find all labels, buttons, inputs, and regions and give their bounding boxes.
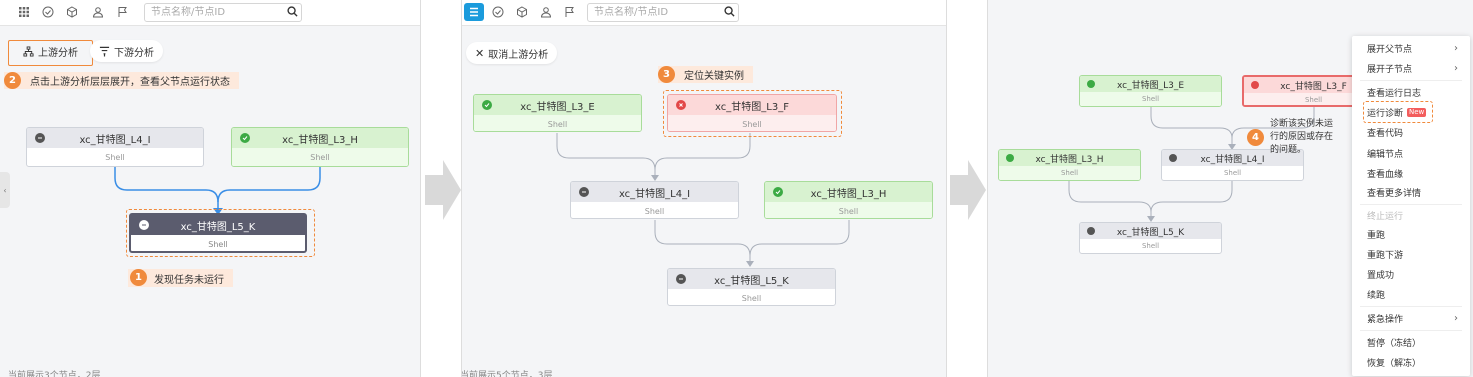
node-type: Shell (474, 115, 641, 131)
menu-divider (1360, 204, 1462, 205)
node-l5k[interactable]: xc_甘特图_L5_K Shell (1079, 222, 1222, 254)
node-type: Shell (1223, 169, 1242, 177)
pending-status-icon (35, 133, 45, 143)
node-title: xc_甘特图_L3_H (1035, 154, 1104, 165)
menu-view-lineage[interactable]: 查看血缘 (1367, 166, 1462, 180)
pending-status-icon (139, 220, 149, 230)
failed-status-icon (1251, 81, 1259, 89)
dag-panel-step2: 节点名称/节点ID ✕ 取消上游分析 定位关键实例 3 xc_甘特图_L3_E S… (461, 0, 947, 377)
node-type: Shell (1080, 92, 1221, 106)
node-title: xc_甘特图_L3_H (282, 134, 358, 146)
node-title: xc_甘特图_L3_E (1116, 80, 1185, 91)
node-type: Shell (1141, 242, 1160, 250)
node-title: xc_甘特图_L3_F (1280, 81, 1347, 92)
dag-panel-step1: 节点名称/节点ID 上游分析 下游分析 点击上游分析层层展开，查看父节点运行状态… (0, 0, 421, 377)
node-type: Shell (741, 293, 762, 303)
menu-set-success[interactable]: 置成功 (1367, 267, 1462, 281)
menu-edit-node[interactable]: 编辑节点 (1367, 146, 1462, 160)
node-l3h[interactable]: xc_甘特图_L3_H Shell (231, 127, 409, 167)
pending-status-icon (1169, 154, 1177, 162)
transition-arrow-icon (425, 160, 461, 220)
node-l4i[interactable]: xc_甘特图_L4_I Shell (570, 181, 739, 219)
pending-status-icon (579, 187, 589, 197)
node-type: Shell (131, 235, 305, 251)
node-l3h[interactable]: xc_甘特图_L3_H Shell (764, 181, 933, 219)
node-l5k[interactable]: xc_甘特图_L5_K Shell (667, 268, 836, 306)
node-l3h[interactable]: xc_甘特图_L3_H Shell (998, 149, 1141, 181)
chevron-right-icon: › (1454, 62, 1458, 74)
menu-divider (1360, 306, 1462, 307)
success-status-icon (773, 187, 783, 197)
chevron-right-icon: › (1454, 312, 1458, 324)
node-title: xc_甘特图_L4_I (618, 188, 691, 200)
menu-rerun-downstream[interactable]: 重跑下游 (1367, 247, 1462, 261)
node-context-menu: 展开父节点 › 展开子节点 › 查看运行日志 运行诊断 New 查看代码 编辑节点 查… (1352, 36, 1470, 376)
menu-more-details[interactable]: 查看更多详情 (1367, 185, 1462, 199)
success-status-icon (1006, 154, 1014, 162)
menu-divider (1360, 80, 1462, 81)
menu-view-log[interactable]: 查看运行日志 (1367, 85, 1462, 99)
step4-text: 诊断该实例未运行的原因或存在的问题。 (1270, 119, 1334, 155)
menu-rerun[interactable]: 重跑 (1367, 227, 1462, 241)
menu-view-code[interactable]: 查看代码 (1367, 125, 1462, 139)
success-status-icon (482, 100, 492, 110)
node-type: Shell (232, 148, 408, 166)
step1-text: 发现任务未运行 (154, 274, 224, 286)
transition-arrow-icon (950, 160, 986, 220)
step4-badge: 4 (1247, 129, 1264, 146)
menu-resume[interactable]: 续跑 (1367, 287, 1462, 301)
node-title: xc_甘特图_L5_K (1116, 227, 1185, 238)
node-type: Shell (999, 166, 1140, 180)
node-type: Shell (644, 206, 665, 216)
diagnosis-highlight (1363, 101, 1433, 123)
node-count-status: 当前展示3个节点，2层 (8, 371, 101, 377)
node-count-status: 当前展示5个节点，3层 (461, 371, 553, 377)
menu-expand-parent[interactable]: 展开父节点 › (1367, 41, 1462, 55)
node-l3f[interactable]: xc_甘特图_L3_F Shell (667, 94, 837, 132)
menu-stop-run: 终止运行 (1367, 211, 1404, 222)
node-title: xc_甘特图_L3_E (520, 101, 595, 113)
node-l3e[interactable]: xc_甘特图_L3_E Shell (473, 94, 642, 132)
node-l5k[interactable]: xc_甘特图_L5_K Shell (129, 213, 307, 253)
success-status-icon (240, 133, 250, 143)
node-title: xc_甘特图_L5_K (714, 275, 789, 287)
menu-divider (1360, 330, 1462, 331)
node-type: Shell (668, 115, 836, 131)
node-title: xc_甘特图_L3_F (715, 101, 789, 113)
menu-pause[interactable]: 暂停（冻结） (1367, 335, 1462, 349)
dag-edges (114, 165, 321, 215)
node-title: xc_甘特图_L3_H (810, 188, 887, 200)
menu-restore[interactable]: 恢复（解冻） (1367, 355, 1462, 369)
node-l4i[interactable]: xc_甘特图_L4_I Shell (26, 127, 204, 167)
menu-emergency[interactable]: 紧急操作 › (1367, 311, 1462, 325)
chevron-right-icon: › (1454, 42, 1458, 54)
pending-status-icon (1087, 227, 1095, 235)
node-title: xc_甘特图_L4_I (79, 134, 151, 146)
success-status-icon (1087, 80, 1095, 88)
node-title: xc_甘特图_L5_K (180, 221, 256, 233)
failed-status-icon (676, 100, 686, 110)
menu-expand-child[interactable]: 展开子节点 › (1367, 61, 1462, 75)
node-l3e[interactable]: xc_甘特图_L3_E Shell (1079, 75, 1222, 107)
node-type: Shell (765, 202, 932, 218)
collapse-handle[interactable]: ‹ (0, 172, 10, 208)
node-type: Shell (105, 152, 125, 162)
step1-badge: 1 (130, 269, 147, 286)
pending-status-icon (676, 274, 686, 284)
